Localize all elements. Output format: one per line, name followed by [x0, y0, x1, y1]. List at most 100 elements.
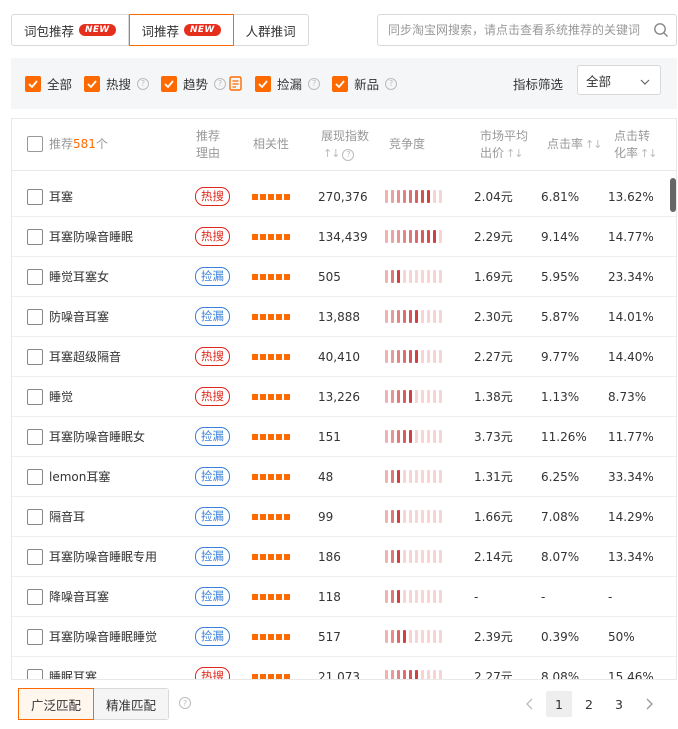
row-checkbox[interactable]	[27, 349, 43, 365]
competition-bar	[385, 270, 442, 283]
table-row[interactable]: 耳塞防噪音睡眠 热搜 134,439 2.29元 9.14% 14.77%	[12, 217, 676, 257]
competition-segment	[409, 550, 412, 563]
sort-icon[interactable]: ↑↓	[640, 145, 657, 162]
header-price[interactable]: 市场平均 出价 ↑↓	[480, 128, 528, 162]
relevance-indicator	[252, 354, 290, 360]
filter-new[interactable]: 新品 ?	[332, 74, 398, 93]
relevance-indicator	[252, 634, 290, 640]
table-row[interactable]: 耳塞防噪音睡眠睡觉 捡漏 517 2.39元 0.39% 50%	[12, 617, 676, 657]
table-row[interactable]: 耳塞超级隔音 热搜 40,410 2.27元 9.77% 14.40%	[12, 337, 676, 377]
row-checkbox[interactable]	[27, 429, 43, 445]
impression-cell: 40,410	[318, 350, 360, 364]
filter-hot[interactable]: 热搜 ?	[84, 74, 150, 93]
row-checkbox[interactable]	[27, 589, 43, 605]
competition-segment	[409, 670, 412, 679]
relevance-square	[252, 394, 258, 400]
sort-icon[interactable]: ↑↓	[585, 136, 602, 153]
tab-crowd-recommend[interactable]: 人群推词	[234, 15, 308, 45]
help-icon[interactable]: ?	[385, 77, 398, 90]
relevance-square	[252, 314, 258, 320]
relevance-square	[260, 274, 266, 280]
competition-segment	[433, 310, 436, 323]
metric-filter-select[interactable]: 全部	[577, 65, 661, 95]
search-input[interactable]	[378, 23, 646, 37]
row-checkbox[interactable]	[27, 509, 43, 525]
table-row[interactable]: 耳塞防噪音睡眠女 捡漏 151 3.73元 11.26% 11.77%	[12, 417, 676, 457]
select-all-checkbox[interactable]	[27, 136, 43, 152]
help-icon[interactable]: ?	[214, 77, 227, 90]
row-checkbox[interactable]	[27, 549, 43, 565]
row-checkbox[interactable]	[27, 669, 43, 679]
header-impression[interactable]: 展现指数 ↑↓?	[321, 128, 369, 162]
table-row[interactable]: 睡觉耳塞女 捡漏 505 1.69元 5.95% 23.34%	[12, 257, 676, 297]
checkbox-checked-icon[interactable]	[84, 75, 101, 92]
competition-segment	[421, 670, 424, 679]
row-checkbox[interactable]	[27, 629, 43, 645]
checkbox-checked-icon[interactable]	[255, 75, 272, 92]
row-checkbox[interactable]	[27, 269, 43, 285]
table-row[interactable]: 隔音耳 捡漏 99 1.66元 7.08% 14.29%	[12, 497, 676, 537]
competition-segment	[403, 430, 406, 443]
table-row[interactable]: 降噪音耳塞 捡漏 118 - - -	[12, 577, 676, 617]
table-row[interactable]: 耳塞 热搜 270,376 2.04元 6.81% 13.62%	[12, 177, 676, 217]
checkbox-checked-icon[interactable]	[332, 75, 349, 92]
competition-segment	[439, 550, 442, 563]
relevance-square	[252, 554, 258, 560]
tab-word-package[interactable]: 词包推荐 NEW	[12, 15, 129, 45]
filter-label: 新品	[354, 77, 380, 92]
checkbox-checked-icon[interactable]	[161, 75, 178, 92]
relevance-square	[260, 194, 266, 200]
filter-all[interactable]: 全部	[25, 74, 72, 93]
row-checkbox[interactable]	[27, 309, 43, 325]
table-row[interactable]: 睡眠耳塞 热搜 21,073 2.27元 8.08% 15.46%	[12, 657, 676, 680]
table-row[interactable]: 耳塞防噪音睡眠专用 捡漏 186 2.14元 8.07% 13.34%	[12, 537, 676, 577]
competition-segment	[433, 510, 436, 523]
prev-page-icon[interactable]	[516, 691, 542, 717]
keyword-cell: 防噪音耳塞	[49, 310, 110, 324]
help-icon[interactable]: ?	[342, 148, 355, 161]
header-cvr[interactable]: 点击转 化率 ↑↓	[614, 128, 657, 162]
search-icon[interactable]	[646, 15, 676, 45]
tab-word-recommend[interactable]: 词推荐 NEW	[128, 14, 234, 46]
relevance-indicator	[252, 594, 290, 600]
keyword-cell: 耳塞防噪音睡眠睡觉	[49, 630, 158, 644]
competition-segment	[391, 310, 394, 323]
table-scrollbar[interactable]	[670, 178, 676, 212]
competition-segment	[409, 230, 412, 243]
help-icon[interactable]: ?	[308, 77, 321, 90]
competition-segment	[439, 190, 442, 203]
tab-broad-match[interactable]: 广泛匹配	[18, 688, 95, 720]
document-icon[interactable]	[229, 76, 243, 91]
row-checkbox[interactable]	[27, 229, 43, 245]
competition-segment	[439, 470, 442, 483]
page-3[interactable]: 3	[606, 691, 632, 717]
help-icon[interactable]: ?	[179, 697, 191, 709]
ctr-cell: 8.08%	[541, 670, 580, 680]
row-checkbox[interactable]	[27, 189, 43, 205]
row-checkbox[interactable]	[27, 389, 43, 405]
checkbox-checked-icon[interactable]	[25, 75, 41, 92]
competition-segment	[385, 630, 388, 643]
reason-badge: 热搜	[195, 667, 230, 679]
sort-icon[interactable]: ↑↓	[323, 145, 340, 162]
table-row[interactable]: 睡觉 热搜 13,226 1.38元 1.13% 8.73%	[12, 377, 676, 417]
page-2[interactable]: 2	[576, 691, 602, 717]
page-1[interactable]: 1	[546, 691, 572, 717]
row-checkbox[interactable]	[27, 469, 43, 485]
sort-icon[interactable]: ↑↓	[506, 145, 523, 162]
competition-segment	[409, 430, 412, 443]
table-row[interactable]: 防噪音耳塞 捡漏 13,888 2.30元 5.87% 14.01%	[12, 297, 676, 337]
relevance-indicator	[252, 554, 290, 560]
header-ctr[interactable]: 点击率 ↑↓	[547, 136, 602, 153]
tab-exact-match[interactable]: 精准匹配	[94, 689, 169, 719]
relevance-square	[268, 394, 274, 400]
filter-leak[interactable]: 捡漏 ?	[255, 74, 321, 93]
next-page-icon[interactable]	[636, 691, 662, 717]
help-icon[interactable]: ?	[137, 77, 150, 90]
relevance-square	[276, 234, 282, 240]
relevance-square	[252, 434, 258, 440]
filter-trend[interactable]: 趋势 ?	[161, 74, 243, 93]
competition-segment	[397, 470, 400, 483]
competition-segment	[415, 630, 418, 643]
table-row[interactable]: lemon耳塞 捡漏 48 1.31元 6.25% 33.34%	[12, 457, 676, 497]
